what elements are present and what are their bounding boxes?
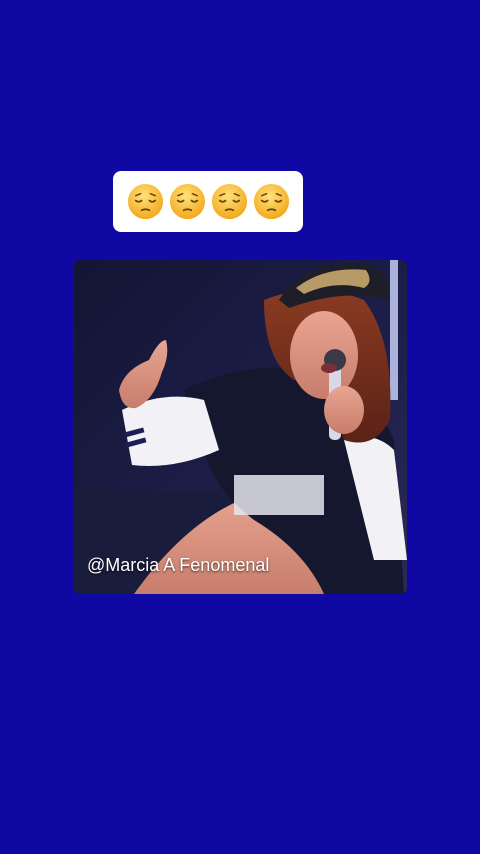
pensive-face-icon [211, 183, 247, 220]
emoji-caption [113, 171, 303, 232]
video-player[interactable]: @Marcia A Fenomenal [74, 260, 407, 594]
pensive-face-icon [253, 183, 289, 220]
video-still [74, 260, 407, 594]
watermark-text: @Marcia A Fenomenal [87, 555, 270, 575]
story-screen: @Marcia A Fenomenal [0, 0, 480, 854]
pensive-face-icon [127, 183, 163, 220]
pensive-face-icon [169, 183, 205, 220]
